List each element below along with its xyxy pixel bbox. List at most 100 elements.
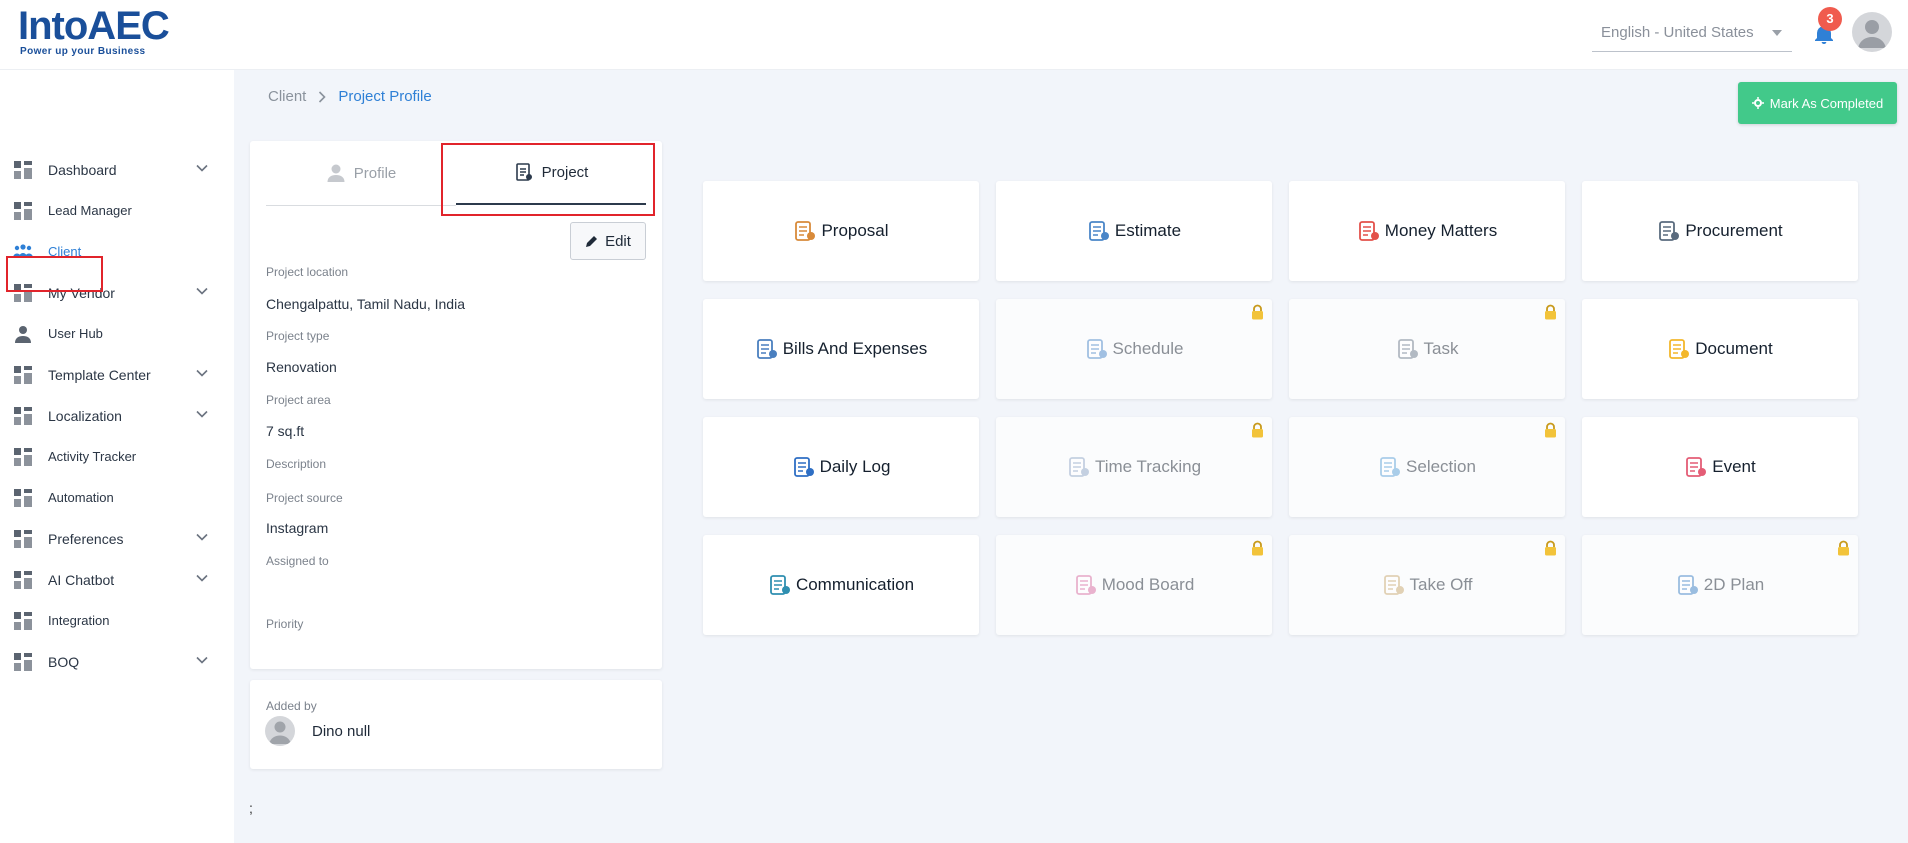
footer-text: ; bbox=[249, 800, 253, 816]
module-tile-proposal[interactable]: Proposal bbox=[703, 181, 979, 281]
module-label: Mood Board bbox=[1101, 575, 1195, 594]
module-tile-communication[interactable]: Communication bbox=[703, 535, 979, 635]
2d-plan-icon bbox=[1676, 573, 1700, 597]
pencil-icon bbox=[586, 236, 598, 247]
chevron-down-icon bbox=[196, 574, 208, 582]
sidebar-item-preferences[interactable]: Preferences bbox=[0, 521, 234, 557]
brand-name: IntoAEC bbox=[18, 4, 170, 48]
project-area-label: Project area bbox=[266, 393, 331, 407]
added-by-name: Dino null bbox=[312, 723, 371, 740]
sidebar-item-template-center[interactable]: Template Center bbox=[0, 357, 234, 393]
chevron-down-icon bbox=[196, 164, 208, 172]
module-label: Estimate bbox=[1114, 221, 1182, 240]
module-label: Selection bbox=[1406, 457, 1476, 476]
module-tile-schedule[interactable]: Schedule bbox=[996, 299, 1272, 399]
module-label: Task bbox=[1423, 339, 1459, 358]
lock-icon bbox=[1252, 540, 1263, 556]
module-tile-take-off[interactable]: Take Off bbox=[1289, 535, 1565, 635]
sidebar-item-localization[interactable]: Localization bbox=[0, 398, 234, 434]
module-tile-event[interactable]: Event bbox=[1582, 417, 1858, 517]
project-type-value: Renovation bbox=[266, 359, 337, 375]
module-tile-daily-log[interactable]: Daily Log bbox=[703, 417, 979, 517]
chevron-down-icon bbox=[196, 533, 208, 541]
project-details-card: Profile Project Edit Project location Ch… bbox=[250, 141, 662, 669]
project-type-label: Project type bbox=[266, 329, 330, 343]
edit-button[interactable]: Edit bbox=[570, 222, 646, 260]
module-tile-2d-plan[interactable]: 2D Plan bbox=[1582, 535, 1858, 635]
breadcrumb-parent[interactable]: Client bbox=[268, 88, 306, 105]
notification-badge: 3 bbox=[1818, 7, 1842, 31]
chatbot-icon bbox=[13, 570, 33, 590]
mark-completed-button[interactable]: Mark As Completed bbox=[1738, 82, 1897, 124]
sidebar-item-automation[interactable]: Automation bbox=[0, 480, 234, 516]
sidebar-item-ai-chatbot[interactable]: AI Chatbot bbox=[0, 562, 234, 598]
module-tile-procurement[interactable]: Procurement bbox=[1582, 181, 1858, 281]
module-tile-selection[interactable]: Selection bbox=[1289, 417, 1565, 517]
description-label: Description bbox=[266, 457, 327, 471]
sidebar-item-label: Activity Tracker bbox=[48, 449, 137, 464]
mood-board-icon bbox=[1074, 573, 1098, 597]
avatar-person-icon bbox=[1858, 20, 1886, 48]
module-label: Money Matters bbox=[1384, 221, 1498, 240]
gear-icon bbox=[1751, 97, 1764, 109]
selection-icon bbox=[1378, 455, 1402, 479]
user-avatar[interactable] bbox=[1852, 12, 1892, 52]
sidebar-item-label: Localization bbox=[48, 408, 122, 424]
module-tile-estimate[interactable]: Estimate bbox=[996, 181, 1272, 281]
user-icon bbox=[13, 324, 33, 344]
sidebar-item-label: AI Chatbot bbox=[48, 572, 115, 588]
proposal-icon bbox=[793, 219, 817, 243]
module-label: Proposal bbox=[821, 221, 889, 240]
module-label: Communication bbox=[795, 575, 915, 594]
time-tracking-icon bbox=[1067, 455, 1091, 479]
integration-icon bbox=[13, 611, 33, 631]
estimate-icon bbox=[1087, 219, 1111, 243]
lead-manager-icon bbox=[13, 201, 33, 221]
module-tile-document[interactable]: Document bbox=[1582, 299, 1858, 399]
sidebar-item-integration[interactable]: Integration bbox=[0, 603, 234, 639]
sidebar-item-boq[interactable]: BOQ bbox=[0, 644, 234, 680]
chevron-down-icon bbox=[196, 369, 208, 377]
document-icon bbox=[1667, 337, 1691, 361]
template-icon bbox=[13, 365, 33, 385]
module-tile-money-matters[interactable]: Money Matters bbox=[1289, 181, 1565, 281]
sidebar-item-label: BOQ bbox=[48, 654, 80, 670]
dashboard-icon bbox=[13, 160, 33, 180]
top-bar: IntoAEC Power up your Business English -… bbox=[0, 0, 1908, 70]
brand-logo[interactable]: IntoAEC Power up your Business bbox=[18, 4, 178, 60]
procurement-icon bbox=[1657, 219, 1681, 243]
active-highlight-box bbox=[6, 256, 103, 292]
added-by-card: Added by Dino null bbox=[250, 680, 662, 769]
module-tile-bills-and-expenses[interactable]: Bills And Expenses bbox=[703, 299, 979, 399]
sidebar-item-dashboard[interactable]: Dashboard bbox=[0, 152, 234, 188]
priority-label: Priority bbox=[266, 617, 304, 631]
module-label: Event bbox=[1712, 457, 1756, 476]
language-select-value: English - United States bbox=[1601, 24, 1754, 41]
tab-profile[interactable]: Profile bbox=[266, 141, 456, 206]
take-off-icon bbox=[1382, 573, 1406, 597]
assigned-to-label: Assigned to bbox=[266, 554, 329, 568]
sidebar-item-user-hub[interactable]: User Hub bbox=[0, 316, 234, 352]
module-tile-task[interactable]: Task bbox=[1289, 299, 1565, 399]
module-label: Daily Log bbox=[819, 457, 891, 476]
sidebar-item-label: Lead Manager bbox=[48, 203, 132, 218]
lock-icon bbox=[1545, 422, 1556, 438]
edit-button-label: Edit bbox=[605, 232, 631, 250]
project-source-label: Project source bbox=[266, 491, 343, 505]
lock-icon bbox=[1545, 304, 1556, 320]
lock-icon bbox=[1252, 422, 1263, 438]
sidebar-item-activity-tracker[interactable]: Activity Tracker bbox=[0, 439, 234, 475]
person-icon bbox=[327, 164, 345, 182]
activity-icon bbox=[13, 447, 33, 467]
boq-icon bbox=[13, 652, 33, 672]
mark-completed-label: Mark As Completed bbox=[1769, 95, 1884, 111]
sidebar-item-lead-manager[interactable]: Lead Manager bbox=[0, 193, 234, 229]
sidebar-item-label: User Hub bbox=[48, 326, 103, 341]
preferences-icon bbox=[13, 529, 33, 549]
module-tile-time-tracking[interactable]: Time Tracking bbox=[996, 417, 1272, 517]
module-tile-mood-board[interactable]: Mood Board bbox=[996, 535, 1272, 635]
daily-log-icon bbox=[792, 455, 816, 479]
sidebar-item-label: Automation bbox=[48, 490, 114, 505]
breadcrumb-current: Project Profile bbox=[338, 88, 432, 105]
language-select[interactable]: English - United States bbox=[1592, 18, 1792, 52]
